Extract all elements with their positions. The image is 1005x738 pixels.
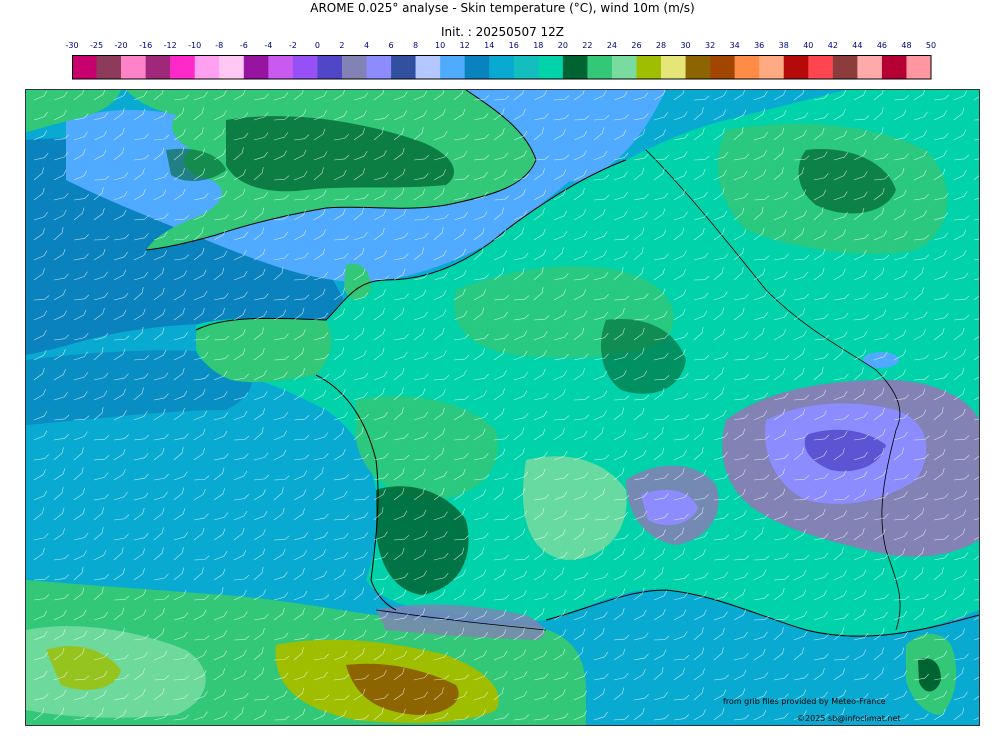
colorbar-tick-label: 28 xyxy=(655,41,667,50)
colorbar-swatch xyxy=(317,55,343,79)
colorbar-tick-label: 4 xyxy=(363,41,370,50)
colorbar-swatch xyxy=(170,55,196,79)
init-time: Init. : 20250507 12Z xyxy=(440,25,565,39)
colorbar-swatch xyxy=(219,55,245,79)
map-title: AROME 0.025° analyse - Skin temperature … xyxy=(310,1,695,15)
colorbar-tick-label: -30 xyxy=(65,41,79,50)
colorbar-swatch xyxy=(734,55,760,79)
colorbar-swatch xyxy=(489,55,515,79)
copyright-credit: ©2025 sb@infoclimat.net xyxy=(797,714,901,723)
lake-geneva xyxy=(863,352,899,368)
colorbar-swatch xyxy=(881,55,907,79)
colorbar-swatch xyxy=(783,55,809,79)
colorbar-labels: -30 -25 -20 -16 -12 -10 -8 -6 -4 -2 0 2 4 6 8 10 12 14 16 1… xyxy=(0,41,1005,53)
colorbar-swatch xyxy=(464,55,490,79)
colorbar-swatch xyxy=(243,55,269,79)
colorbar-tick-label: -8 xyxy=(215,41,224,50)
colorbar xyxy=(72,55,932,80)
colorbar-tick-label: 22 xyxy=(582,41,593,50)
colorbar-tick-label: -2 xyxy=(288,41,297,50)
colorbar-tick-label: 2 xyxy=(339,41,345,50)
colorbar-swatch xyxy=(710,55,735,79)
colorbar-tick-label: 14 xyxy=(484,41,495,50)
colorbar-swatch xyxy=(562,55,588,79)
colorbar-tick-label: 48 xyxy=(901,41,912,50)
colorbar-tick-label: -4 xyxy=(264,41,273,50)
colorbar-tick-label: 10 xyxy=(435,41,446,50)
colorbar-tick-label: 42 xyxy=(827,41,838,50)
colorbar-swatch xyxy=(906,55,932,79)
colorbar-tick-label: 32 xyxy=(705,41,716,50)
colorbar-swatch xyxy=(661,55,686,79)
temperature-map xyxy=(25,89,980,726)
colorbar-swatch xyxy=(611,55,637,79)
colorbar-tick-label: 34 xyxy=(729,41,740,50)
colorbar-tick-label: 40 xyxy=(803,41,814,50)
colorbar-swatch xyxy=(857,55,883,79)
colorbar-swatch xyxy=(587,55,613,79)
colorbar-tick-label: -20 xyxy=(114,41,128,50)
colorbar-tick-label: 6 xyxy=(388,41,394,50)
colorbar-tick-label: 8 xyxy=(413,41,419,50)
colorbar-swatch xyxy=(72,55,97,79)
data-source-credit: from grib files provided by Meteo-France xyxy=(723,697,886,706)
colorbar-tick-label: -10 xyxy=(188,41,202,50)
colorbar-tick-label: 0 xyxy=(314,41,320,50)
colorbar-tick-label: -12 xyxy=(163,41,177,50)
colorbar-swatch xyxy=(292,55,318,79)
colorbar-tick-label: 26 xyxy=(631,41,642,50)
colorbar-tick-label: 36 xyxy=(754,41,765,50)
colorbar-swatch xyxy=(440,55,465,79)
colorbar-swatch xyxy=(341,55,367,79)
colorbar-tick-label: 12 xyxy=(459,41,470,50)
colorbar-tick-label: -16 xyxy=(139,41,153,50)
colorbar-tick-label: 16 xyxy=(508,41,519,50)
colorbar-tick-label: 46 xyxy=(876,41,887,50)
colorbar-tick-label: 30 xyxy=(680,41,691,50)
colorbar-tick-label: 44 xyxy=(852,41,863,50)
colorbar-swatch xyxy=(145,55,171,79)
colorbar-swatch xyxy=(832,55,858,79)
colorbar-swatch xyxy=(538,55,564,79)
colorbar-swatch xyxy=(415,55,441,79)
colorbar-swatch xyxy=(194,55,220,79)
colorbar-tick-label: 50 xyxy=(925,41,937,50)
colorbar-tick-label: 18 xyxy=(533,41,544,50)
colorbar-tick-label: -25 xyxy=(89,41,104,50)
colorbar-tick-label: 24 xyxy=(606,41,618,50)
colorbar-tick-label: 20 xyxy=(557,41,568,50)
colorbar-tick-label: -6 xyxy=(239,41,248,50)
colorbar-swatch xyxy=(685,55,711,79)
colorbar-swatch xyxy=(808,55,834,79)
colorbar-swatch xyxy=(636,55,662,79)
colorbar-swatch xyxy=(96,55,122,79)
colorbar-swatch xyxy=(366,55,392,79)
colorbar-tick-label: 38 xyxy=(778,41,789,50)
colorbar-swatch xyxy=(513,55,539,79)
colorbar-swatch xyxy=(121,55,146,79)
colorbar-swatch xyxy=(759,55,785,79)
colorbar-swatch xyxy=(268,55,294,79)
colorbar-swatch xyxy=(391,55,416,79)
